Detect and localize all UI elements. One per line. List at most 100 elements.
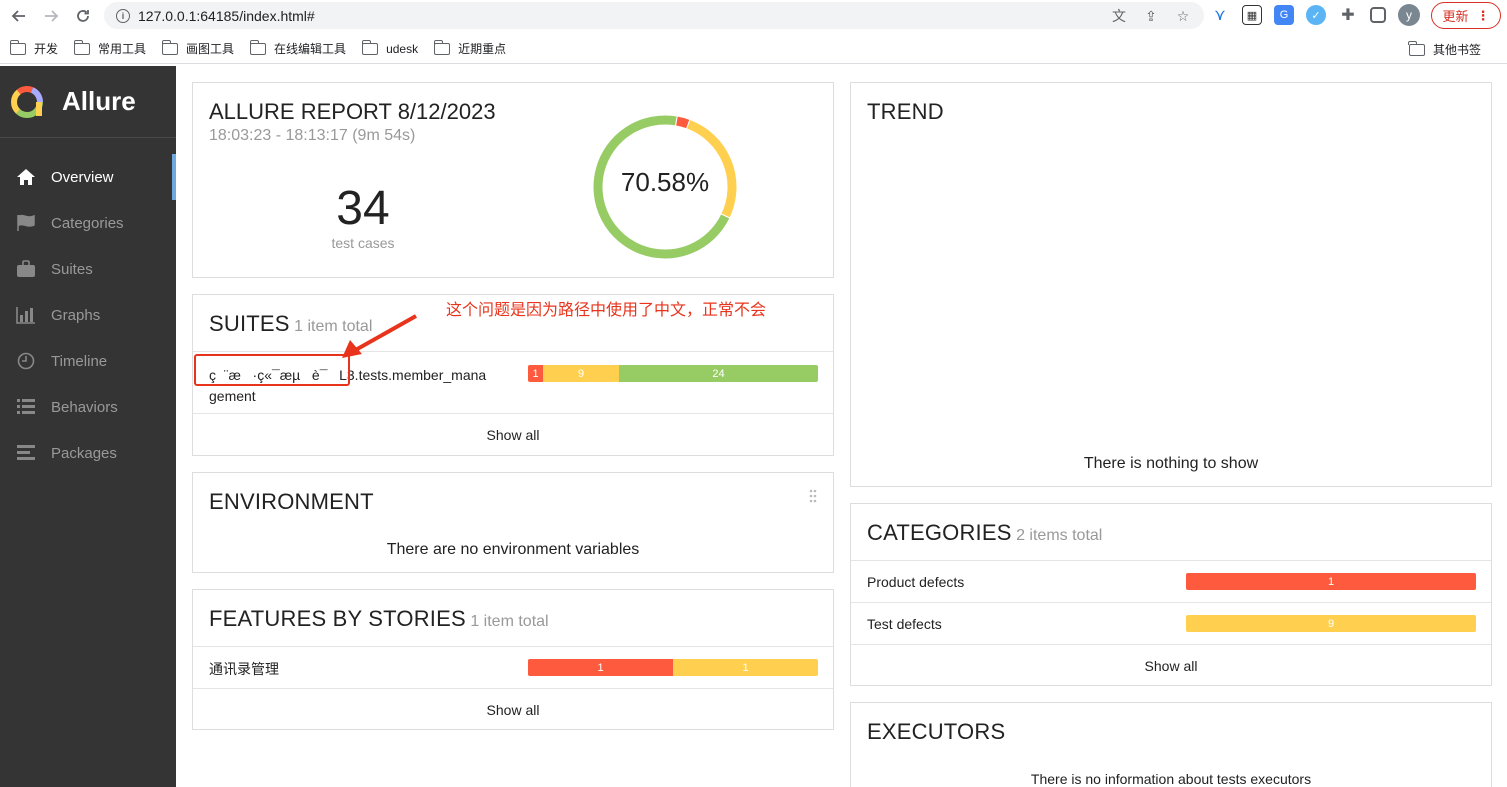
brand-name: Allure — [62, 86, 136, 116]
sidebar-item-categories[interactable]: Categories — [0, 200, 176, 246]
drag-handle-icon[interactable] — [809, 489, 817, 503]
feature-name: 通讯录管理 — [209, 661, 279, 677]
sidebar-item-label: Timeline — [51, 352, 108, 370]
brand[interactable]: Allure — [0, 66, 176, 138]
briefcase-icon — [15, 259, 37, 279]
executors-widget: EXECUTORS There is no information about … — [850, 702, 1492, 787]
folder-icon — [249, 39, 267, 55]
broken-segment: 9 — [1186, 615, 1476, 632]
features-widget: FEATURES BY STORIES 1 item total 通讯录管理 1… — [192, 589, 834, 730]
failed-segment: 1 — [528, 365, 543, 382]
sidebar: Allure Overview Categories Suites Graphs — [0, 66, 176, 787]
features-subtitle: 1 item total — [470, 613, 549, 630]
bookmark-folder[interactable]: 近期重点 — [433, 39, 507, 57]
suites-title: SUITES — [209, 311, 290, 336]
test-count-label: test cases — [331, 235, 395, 251]
test-count: 34 test cases — [313, 182, 413, 252]
sidebar-item-label: Packages — [51, 444, 117, 462]
suite-status-bar[interactable]: 1 9 24 — [528, 365, 818, 382]
category-bar[interactable]: 1 — [1186, 573, 1476, 590]
folder-icon — [73, 39, 91, 55]
category-row[interactable]: Product defects 1 — [851, 560, 1491, 602]
site-info-icon[interactable]: i — [116, 8, 130, 23]
clock-icon — [15, 351, 37, 371]
feature-row[interactable]: 通讯录管理 1 1 — [193, 646, 833, 688]
sidebar-item-timeline[interactable]: Timeline — [0, 338, 176, 384]
suites-show-all-link[interactable]: Show all — [193, 427, 833, 443]
folder-icon — [161, 39, 179, 55]
sidebar-item-label: Suites — [51, 260, 93, 278]
categories-show-all-link[interactable]: Show all — [851, 658, 1491, 674]
sidebar-item-suites[interactable]: Suites — [0, 246, 176, 292]
google-translate-icon[interactable]: G — [1274, 5, 1294, 25]
sidebar-item-graphs[interactable]: Graphs — [0, 292, 176, 338]
folder-icon — [433, 39, 451, 55]
folder-icon — [9, 39, 26, 55]
forward-button[interactable] — [36, 1, 66, 31]
share-icon[interactable]: ⇪ — [1142, 7, 1160, 25]
bookmark-label: 常用工具 — [98, 42, 147, 56]
bookmark-folder[interactable]: udesk — [361, 39, 419, 56]
other-bookmarks-folder[interactable]: 其他书签 — [1408, 40, 1481, 58]
annotation-text: 这个问题是因为路径中使用了中文，正常不会 — [446, 302, 767, 319]
category-name: Product defects — [867, 574, 965, 590]
arrow-left-icon — [11, 10, 25, 22]
extensions-bar: ⋎ ▦ G ✓ ✚ y — [1210, 4, 1420, 26]
broken-segment: 9 — [543, 365, 619, 382]
report-time-range: 18:03:23 - 18:13:17 (9m 54s) — [209, 127, 416, 144]
bookmark-folder[interactable]: 画图工具 — [161, 39, 235, 57]
passed-segment: 24 — [619, 365, 818, 382]
translate-icon[interactable]: 文 — [1110, 7, 1128, 25]
environment-title: ENVIRONMENT — [209, 489, 374, 514]
category-bar[interactable]: 9 — [1186, 615, 1476, 632]
star-icon[interactable]: ☆ — [1174, 7, 1192, 25]
feature-status-bar[interactable]: 1 1 — [528, 659, 818, 676]
home-icon — [15, 167, 37, 187]
bookmark-label: udesk — [386, 41, 419, 56]
sidebar-item-overview[interactable]: Overview — [0, 154, 176, 200]
qr-code-icon[interactable]: ▦ — [1242, 5, 1262, 25]
list-icon — [15, 397, 37, 417]
test-count-value: 34 — [336, 182, 390, 235]
sidebar-item-label: Graphs — [51, 306, 101, 324]
sidebar-item-packages[interactable]: Packages — [0, 430, 176, 476]
reload-button[interactable] — [68, 1, 98, 31]
extension-check-icon[interactable]: ✓ — [1306, 5, 1326, 25]
environment-widget: ENVIRONMENT There are no environment var… — [192, 472, 834, 573]
categories-title: CATEGORIES — [867, 520, 1012, 545]
sidebar-item-label: Overview — [51, 168, 114, 186]
bookmark-label: 画图工具 — [186, 42, 235, 56]
align-left-icon — [15, 443, 37, 463]
bookmark-folder[interactable]: 在线编辑工具 — [249, 39, 347, 57]
features-title: FEATURES BY STORIES — [209, 606, 466, 631]
category-row[interactable]: Test defects 9 — [851, 602, 1491, 644]
summary-widget: ALLURE REPORT 8/12/2023 18:03:23 - 18:13… — [192, 82, 834, 278]
trend-widget: TREND There is nothing to show — [850, 82, 1492, 487]
bar-chart-icon — [15, 305, 37, 325]
sidebar-item-behaviors[interactable]: Behaviors — [0, 384, 176, 430]
executors-title: EXECUTORS — [867, 719, 1006, 744]
category-name: Test defects — [867, 616, 942, 632]
bookmark-label: 近期重点 — [458, 42, 507, 56]
address-bar[interactable]: i 127.0.0.1:64185/index.html# 文 ⇪ ☆ — [104, 2, 1204, 29]
side-panel-icon[interactable] — [1370, 7, 1386, 23]
back-button[interactable] — [4, 1, 34, 31]
report-title: ALLURE REPORT 8/12/2023 — [209, 99, 496, 124]
extension-v-icon[interactable]: ⋎ — [1210, 5, 1230, 25]
puzzle-icon[interactable]: ✚ — [1338, 5, 1358, 25]
failed-segment: 1 — [528, 659, 673, 676]
executors-empty-message: There is no information about tests exec… — [1030, 771, 1312, 787]
bookmark-label: 开发 — [34, 42, 59, 56]
sidebar-item-label: Behaviors — [51, 398, 118, 416]
profile-avatar[interactable]: y — [1398, 4, 1420, 26]
update-button[interactable]: 更新 ⋮ — [1431, 2, 1501, 29]
browser-toolbar: i 127.0.0.1:64185/index.html# 文 ⇪ ☆ ⋎ ▦ … — [0, 0, 1507, 32]
categories-widget: CATEGORIES 2 items total Product defects… — [850, 503, 1492, 686]
bookmark-label: 在线编辑工具 — [274, 42, 347, 56]
bookmark-folder[interactable]: 开发 — [9, 39, 59, 57]
categories-subtitle: 2 items total — [1016, 527, 1103, 544]
environment-empty-message: There are no environment variables — [386, 541, 640, 558]
bookmark-folder[interactable]: 常用工具 — [73, 39, 147, 57]
reload-icon — [77, 10, 89, 22]
features-show-all-link[interactable]: Show all — [193, 702, 833, 718]
